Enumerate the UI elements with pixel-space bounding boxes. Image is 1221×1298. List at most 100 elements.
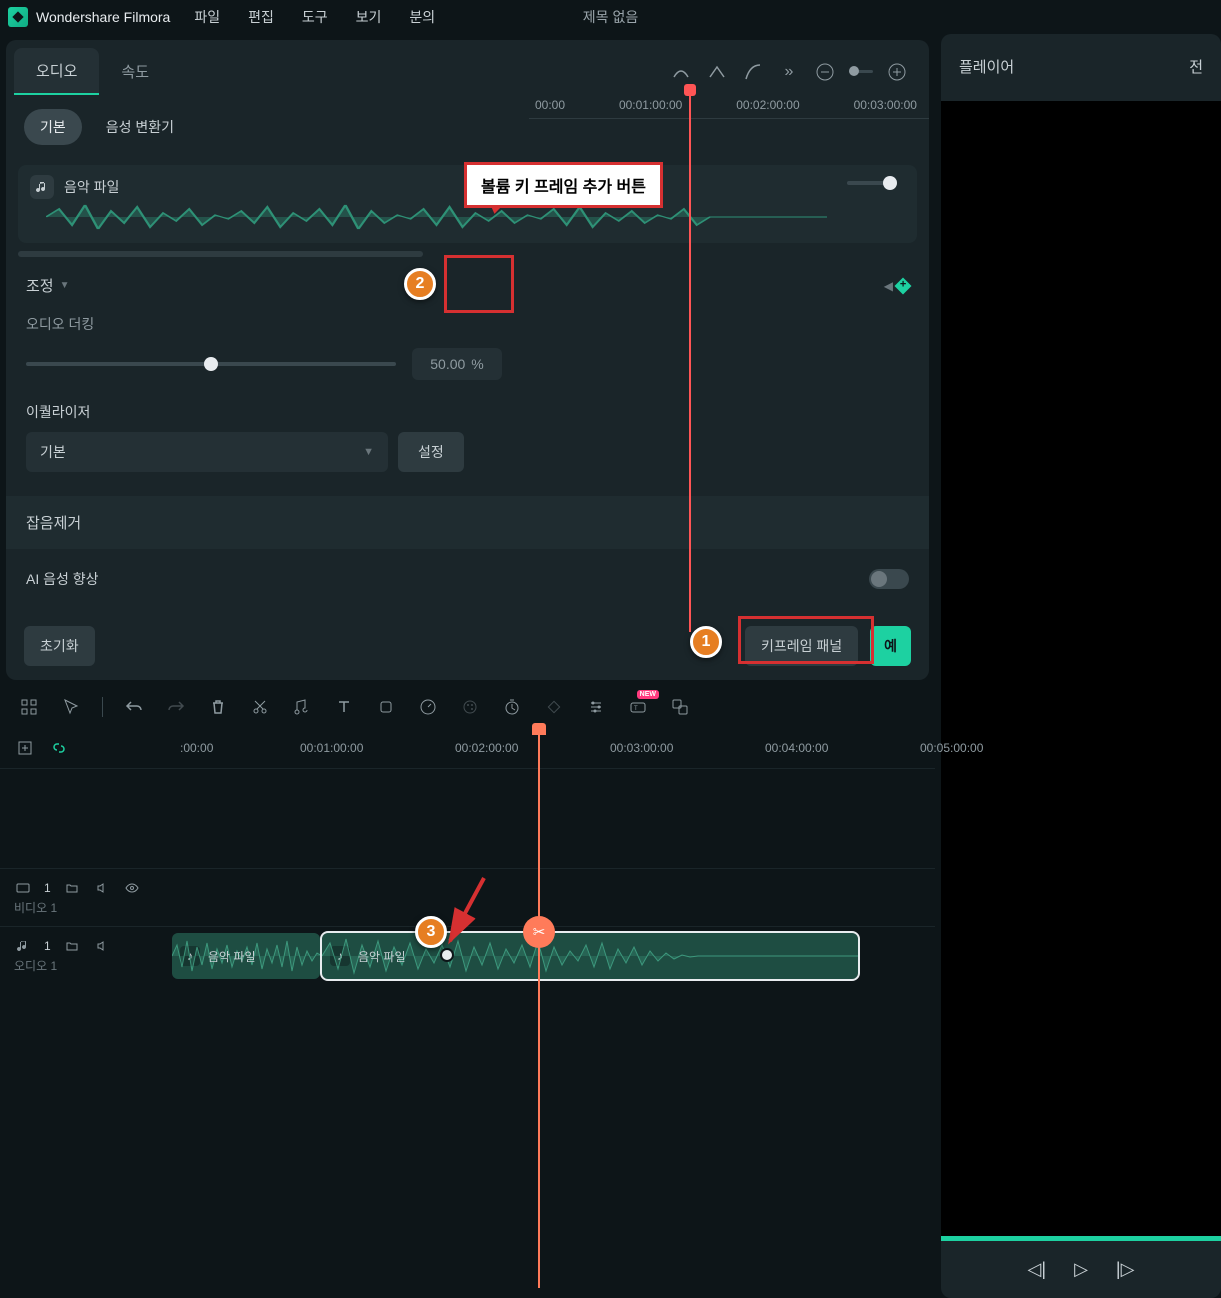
subtitle-icon[interactable]: TNEW xyxy=(627,696,649,718)
ducking-value-box[interactable]: 50.00 % xyxy=(412,348,502,380)
next-frame-icon[interactable]: |▷ xyxy=(1116,1259,1135,1280)
mute-icon[interactable] xyxy=(93,879,111,897)
reset-button[interactable]: 초기화 xyxy=(24,626,95,666)
denoise-section-title[interactable]: 잡음제거 xyxy=(6,496,929,549)
tab-audio[interactable]: 오디오 xyxy=(14,48,99,95)
timeline-playhead[interactable]: ✂ xyxy=(538,728,540,1288)
video-track-lane[interactable] xyxy=(170,868,935,926)
yes-button[interactable]: 예 xyxy=(870,626,911,666)
add-keyframe-button[interactable] xyxy=(895,277,912,294)
audio-track-index: 1 xyxy=(44,939,51,953)
player-viewport[interactable] xyxy=(941,101,1221,1236)
audio-track-header[interactable]: 1 오디오 1 xyxy=(0,926,170,984)
timeline-track-headers: 1 비디오 1 1 오디오 1 xyxy=(0,768,170,1298)
scissors-icon[interactable]: ✂ xyxy=(523,916,555,948)
annotation-badge-1: 1 xyxy=(690,626,722,658)
translate-icon[interactable] xyxy=(669,696,691,718)
redo-icon[interactable] xyxy=(165,696,187,718)
filmora-icon xyxy=(8,7,28,27)
ducking-label: 오디오 더킹 xyxy=(18,314,917,340)
clip-name-label: 음악 파일 xyxy=(64,177,119,197)
adjust-icon[interactable] xyxy=(585,696,607,718)
clip-label: 음악 파일 xyxy=(358,948,406,965)
annotation-callout: 볼륨 키 프레임 추가 버튼 xyxy=(464,162,663,208)
player-tab[interactable]: 플레이어 xyxy=(959,46,1014,87)
audio-track-name: 오디오 1 xyxy=(14,957,170,974)
toolbar-divider xyxy=(102,697,103,717)
equalizer-settings-button[interactable]: 설정 xyxy=(398,432,464,472)
more-tools-icon[interactable]: » xyxy=(777,60,801,84)
curve-tool-2-icon[interactable] xyxy=(705,60,729,84)
crop-icon[interactable] xyxy=(375,696,397,718)
timeline: 1 비디오 1 1 오디오 1 xyxy=(0,768,935,1298)
video-track-header[interactable]: 1 비디오 1 xyxy=(0,868,170,926)
mute-icon[interactable] xyxy=(93,937,111,955)
timeline-toolbar: TNEW xyxy=(0,686,935,728)
subtab-basic[interactable]: 기본 xyxy=(24,109,82,145)
subtab-voice-changer[interactable]: 음성 변환기 xyxy=(90,109,190,145)
document-title: 제목 없음 xyxy=(583,7,638,27)
keyframe-icon[interactable] xyxy=(543,696,565,718)
color-icon[interactable] xyxy=(459,696,481,718)
chevron-down-icon: ▼ xyxy=(60,280,70,291)
annotation-badge-2: 2 xyxy=(404,268,436,300)
text-icon[interactable] xyxy=(333,696,355,718)
undo-icon[interactable] xyxy=(123,696,145,718)
annotation-badge-3: 3 xyxy=(415,916,447,948)
ai-voice-enhance-toggle[interactable] xyxy=(869,569,909,589)
link-icon[interactable] xyxy=(48,737,70,759)
chevron-down-icon: ▼ xyxy=(363,446,374,458)
video-track-icon xyxy=(14,879,32,897)
zoom-out-icon[interactable] xyxy=(813,60,837,84)
menu-analysis[interactable]: 분의 xyxy=(409,7,435,27)
property-tabs: 오디오 속도 » xyxy=(6,40,929,95)
add-track-icon[interactable] xyxy=(14,737,36,759)
keyframe-prev-icon[interactable]: ◀ xyxy=(884,279,893,293)
timeline-ruler-row: :00:00 00:01:00:00 00:02:00:00 00:03:00:… xyxy=(0,728,935,768)
audio-edit-icon[interactable] xyxy=(291,696,313,718)
delete-icon[interactable] xyxy=(207,696,229,718)
clip-volume-slider[interactable] xyxy=(847,181,897,185)
property-panel: 오디오 속도 » 기본 음성 변환기 xyxy=(6,40,929,680)
cut-icon[interactable] xyxy=(249,696,271,718)
timeline-lanes[interactable]: ♪ 음악 파일 ♪ 음악 파일 ✂ xyxy=(170,768,935,1298)
ai-voice-enhance-label: AI 음성 향상 xyxy=(26,569,99,589)
folder-icon[interactable] xyxy=(63,937,81,955)
app-name: Wondershare Filmora xyxy=(36,9,170,25)
player-controls: ◁| ▷ |▷ xyxy=(941,1241,1221,1298)
svg-text:T: T xyxy=(634,706,638,712)
menu-items: 파일 편집 도구 보기 분의 xyxy=(194,7,435,27)
curve-tool-1-icon[interactable] xyxy=(669,60,693,84)
app-logo: Wondershare Filmora xyxy=(8,7,170,27)
grid-icon[interactable] xyxy=(18,696,40,718)
menu-view[interactable]: 보기 xyxy=(356,7,382,27)
equalizer-preset-dropdown[interactable]: 기본 ▼ xyxy=(26,432,388,472)
tab-speed[interactable]: 속도 xyxy=(99,49,171,94)
zoom-slider[interactable] xyxy=(849,60,873,84)
annotation-box-1 xyxy=(738,616,874,664)
zoom-in-icon[interactable] xyxy=(885,60,909,84)
folder-icon[interactable] xyxy=(63,879,81,897)
menu-tools[interactable]: 도구 xyxy=(302,7,328,27)
ducking-slider[interactable] xyxy=(26,362,396,366)
timer-icon[interactable] xyxy=(501,696,523,718)
video-track-name: 비디오 1 xyxy=(14,899,170,916)
menu-bar: Wondershare Filmora 파일 편집 도구 보기 분의 제목 없음 xyxy=(0,0,1221,34)
curve-tool-3-icon[interactable] xyxy=(741,60,765,84)
keyframe-nav: ◀ xyxy=(884,279,909,293)
menu-edit[interactable]: 편집 xyxy=(248,7,274,27)
speed-icon[interactable] xyxy=(417,696,439,718)
music-icon xyxy=(30,175,54,199)
eye-icon[interactable] xyxy=(123,879,141,897)
play-icon[interactable]: ▷ xyxy=(1074,1259,1088,1280)
prev-frame-icon[interactable]: ◁| xyxy=(1028,1259,1047,1280)
adjust-section-title[interactable]: 조정 ▼ xyxy=(26,275,70,296)
player-panel: 플레이어 전 ◁| ▷ |▷ xyxy=(941,34,1221,1298)
sub-tabs: 기본 음성 변환기 xyxy=(6,95,929,153)
player-tab-secondary[interactable]: 전 xyxy=(1189,46,1203,87)
menu-file[interactable]: 파일 xyxy=(194,7,220,27)
timeline-ruler[interactable]: :00:00 00:01:00:00 00:02:00:00 00:03:00:… xyxy=(170,728,935,768)
cursor-icon[interactable] xyxy=(60,696,82,718)
audio-clip-2[interactable]: ♪ 음악 파일 xyxy=(322,933,858,979)
audio-clip-1[interactable]: ♪ 음악 파일 xyxy=(172,933,320,979)
